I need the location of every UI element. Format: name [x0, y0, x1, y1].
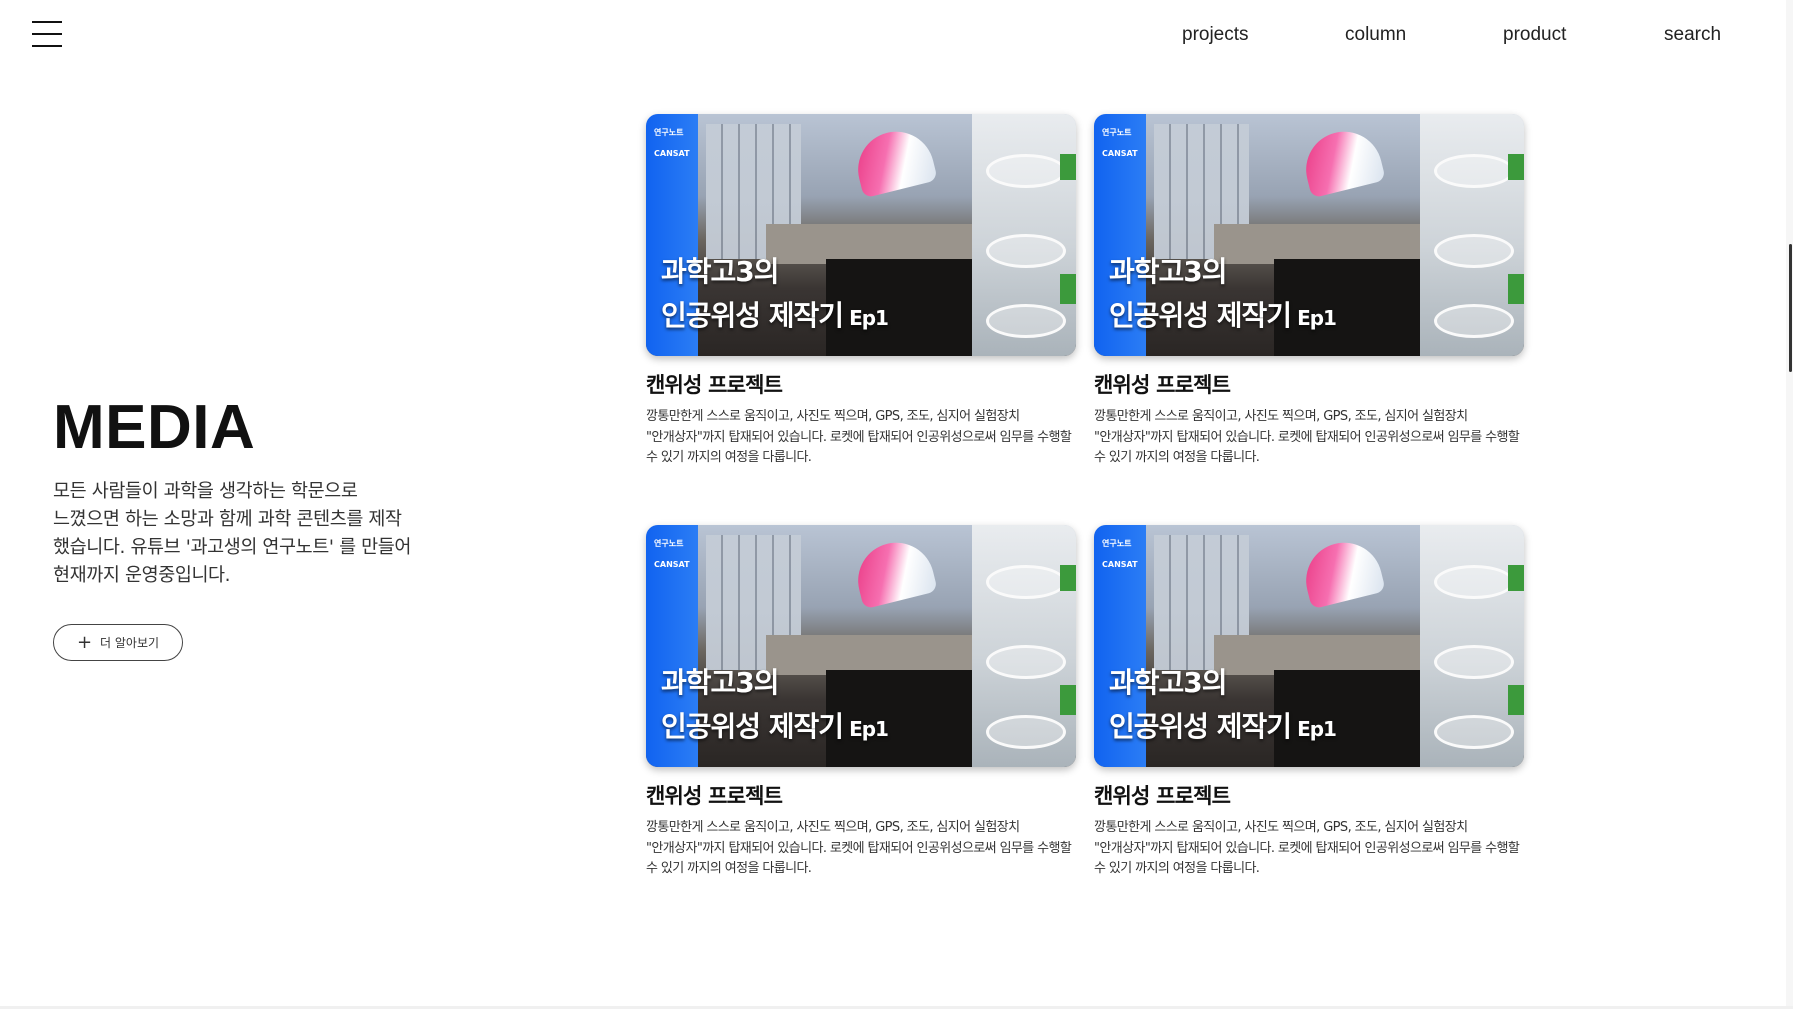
card-description: 깡통만한게 스스로 움직이고, 사진도 찍으며, GPS, 조도, 심지어 실험…	[1094, 820, 1520, 876]
card-title[interactable]: 캔위성 프로젝트	[646, 780, 1076, 810]
card-description: 깡통만한게 스스로 움직이고, 사진도 찍으며, GPS, 조도, 심지어 실험…	[1094, 409, 1520, 465]
nav-link-search[interactable]: search	[1664, 24, 1721, 46]
thumbnail-tag: CANSAT	[1102, 149, 1138, 158]
video-thumbnail[interactable]: 연구노트 CANSAT 과학고3의인공위성 제작기 Ep1	[646, 114, 1076, 356]
media-card[interactable]: 연구노트 CANSAT 과학고3의인공위성 제작기 Ep1 캔위성 프로젝트깡통만한게 …	[646, 525, 1076, 880]
media-card[interactable]: 연구노트 CANSAT 과학고3의인공위성 제작기 Ep1 캔위성 프로젝트깡통만한게 …	[646, 114, 1076, 469]
thumbnail-headline: 과학고3의	[661, 666, 780, 699]
media-card[interactable]: 연구노트 CANSAT 과학고3의인공위성 제작기 Ep1 캔위성 프로젝트깡통만한게 …	[1094, 525, 1524, 880]
video-thumbnail[interactable]: 연구노트 CANSAT 과학고3의인공위성 제작기 Ep1	[1094, 525, 1524, 767]
thumbnail-headline-text: 인공위성 제작기	[661, 710, 844, 743]
card-title[interactable]: 캔위성 프로젝트	[646, 369, 1076, 399]
thumbnail-headline-text: 인공위성 제작기	[1109, 299, 1292, 332]
card-title[interactable]: 캔위성 프로젝트	[1094, 780, 1524, 810]
page-title: MEDIA	[53, 393, 256, 462]
hamburger-menu-icon[interactable]	[32, 21, 62, 47]
cansat-device-graphic	[972, 114, 1076, 356]
card-description: 깡통만한게 스스로 움직이고, 사진도 찍으며, GPS, 조도, 심지어 실험…	[646, 409, 1072, 465]
top-nav: projects column product search	[1100, 24, 1740, 48]
nav-link-projects[interactable]: projects	[1182, 24, 1249, 46]
cansat-device-graphic	[1420, 525, 1524, 767]
card-description: 깡통만한게 스스로 움직이고, 사진도 찍으며, GPS, 조도, 심지어 실험…	[646, 820, 1072, 876]
thumbnail-episode: Ep1	[849, 717, 889, 741]
thumbnail-headline: 인공위성 제작기 Ep1	[661, 294, 889, 334]
nav-link-column[interactable]: column	[1345, 24, 1406, 46]
hamburger-line	[32, 45, 62, 47]
thumbnail-tag: 연구노트	[1102, 128, 1132, 137]
cansat-device-graphic	[972, 525, 1076, 767]
thumbnail-headline: 과학고3의	[1109, 255, 1228, 288]
plus-icon: +	[76, 631, 93, 653]
learn-more-button[interactable]: + 더 알아보기	[53, 624, 183, 661]
media-card[interactable]: 연구노트 CANSAT 과학고3의인공위성 제작기 Ep1 캔위성 프로젝트깡통만한게 …	[1094, 114, 1524, 469]
thumbnail-headline-text: 인공위성 제작기	[661, 299, 844, 332]
learn-more-label: 더 알아보기	[100, 636, 160, 650]
thumbnail-tag: 연구노트	[1102, 539, 1132, 548]
thumbnail-headline: 인공위성 제작기 Ep1	[1109, 294, 1337, 334]
thumbnail-headline: 인공위성 제작기 Ep1	[1109, 705, 1337, 745]
thumbnail-episode: Ep1	[1297, 717, 1337, 741]
hamburger-line	[32, 21, 62, 23]
intro-description: 모든 사람들이 과학을 생각하는 학문으로 느꼈으면 하는 소망과 함께 과학 …	[53, 481, 412, 586]
thumbnail-headline: 과학고3의	[661, 255, 780, 288]
thumbnail-headline: 과학고3의	[1109, 666, 1228, 699]
thumbnail-episode: Ep1	[1297, 306, 1337, 330]
thumbnail-tag: 연구노트	[654, 128, 684, 137]
nav-link-product[interactable]: product	[1503, 24, 1566, 46]
thumbnail-tag: CANSAT	[654, 149, 690, 158]
scrollbar-thumb[interactable]	[1789, 244, 1792, 372]
thumbnail-episode: Ep1	[849, 306, 889, 330]
video-thumbnail[interactable]: 연구노트 CANSAT 과학고3의인공위성 제작기 Ep1	[646, 525, 1076, 767]
cansat-device-graphic	[1420, 114, 1524, 356]
thumbnail-headline-text: 인공위성 제작기	[1109, 710, 1292, 743]
thumbnail-headline: 인공위성 제작기 Ep1	[661, 705, 889, 745]
card-title[interactable]: 캔위성 프로젝트	[1094, 369, 1524, 399]
video-thumbnail[interactable]: 연구노트 CANSAT 과학고3의인공위성 제작기 Ep1	[1094, 114, 1524, 356]
thumbnail-tag: 연구노트	[654, 539, 684, 548]
thumbnail-tag: CANSAT	[1102, 560, 1138, 569]
thumbnail-tag: CANSAT	[654, 560, 690, 569]
hamburger-line	[32, 33, 62, 35]
scrollbar-track[interactable]	[1786, 0, 1793, 1009]
